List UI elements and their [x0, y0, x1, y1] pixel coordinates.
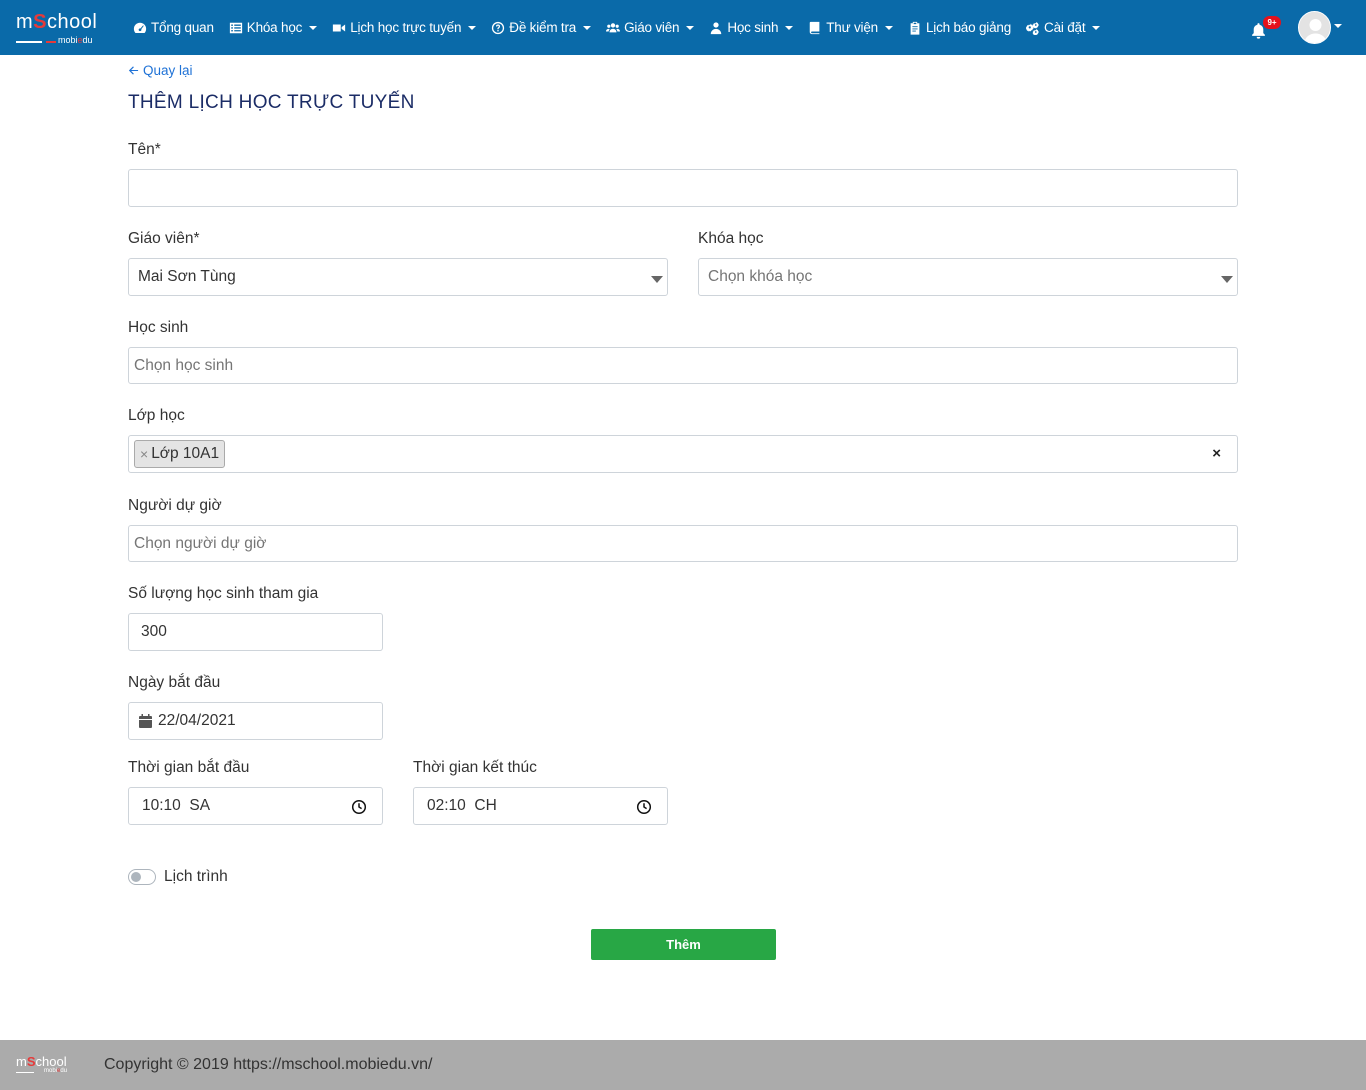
nav-item-teachers[interactable]: Giáo viên [606, 20, 695, 35]
name-input[interactable] [128, 169, 1238, 207]
chevron-down-icon [468, 26, 477, 30]
name-label: Tên* [128, 141, 161, 158]
user-icon [711, 21, 722, 34]
start-time-input[interactable]: 10:10 SA [128, 787, 383, 825]
clear-selection-icon[interactable]: × [1212, 445, 1221, 462]
clock-icon[interactable] [351, 799, 367, 815]
top-navbar: mSchool mobiedu Tổng quan Khóa học Lịch … [0, 0, 1366, 55]
chevron-down-icon[interactable] [1334, 24, 1342, 28]
nav-item-tests[interactable]: Đề kiểm tra [491, 20, 592, 35]
nav-item-lesson-plan[interactable]: Lịch báo giảng [908, 20, 1011, 35]
mschool-logo[interactable]: mSchool mobiedu [16, 12, 114, 46]
observer-label: Người dự giờ [128, 497, 222, 514]
end-time-label: Thời gian kết thúc [413, 759, 537, 776]
dropdown-arrow-icon [1221, 276, 1233, 283]
remove-tag-icon[interactable]: × [140, 446, 148, 462]
nav-item-students[interactable]: Học sinh [709, 20, 794, 35]
question-circle-icon [492, 21, 505, 34]
toggle-knob [131, 872, 141, 882]
nav-item-library[interactable]: Thư viện [808, 20, 893, 35]
page-title: THÊM LỊCH HỌC TRỰC TUYẾN [128, 92, 415, 113]
nav-item-dashboard[interactable]: Tổng quan [133, 20, 214, 35]
nav-item-settings[interactable]: Cài đặt [1026, 20, 1101, 35]
avatar-icon [1299, 12, 1330, 43]
notification-badge: 9+ [1263, 16, 1281, 29]
list-icon [229, 22, 242, 33]
teacher-select[interactable]: Mai Sơn Tùng [128, 258, 668, 296]
chevron-down-icon [309, 26, 318, 30]
video-icon [333, 24, 346, 31]
dashboard-icon [133, 22, 147, 33]
dropdown-arrow-icon [651, 276, 663, 283]
users-icon [606, 22, 621, 32]
end-time-input[interactable]: 02:10 CH [413, 787, 668, 825]
nav-item-courses[interactable]: Khóa học [229, 20, 318, 35]
student-label: Học sinh [128, 319, 189, 336]
chevron-down-icon [785, 26, 794, 30]
clipboard-icon [910, 21, 920, 35]
start-date-input[interactable]: 22/04/2021 [128, 702, 383, 740]
arrow-left-icon [128, 66, 139, 75]
chevron-down-icon [686, 26, 695, 30]
chevron-down-icon [1092, 26, 1101, 30]
student-count-input[interactable]: 300 [128, 613, 383, 651]
chevron-down-icon [583, 26, 592, 30]
footer-logo: mSchool mobiedu [16, 1054, 68, 1074]
class-tag: × Lớp 10A1 [134, 440, 226, 468]
student-count-label: Số lượng học sinh tham gia [128, 585, 319, 602]
course-label: Khóa học [698, 230, 764, 247]
main-menu: Tổng quan Khóa học Lịch học trực tuyến Đ… [133, 0, 1115, 55]
course-select[interactable]: Chọn khóa học [698, 258, 1238, 296]
class-label: Lớp học [128, 407, 185, 424]
add-button[interactable]: Thêm [591, 929, 776, 960]
class-multiselect[interactable]: × Lớp 10A1 × [128, 435, 1238, 473]
student-multiselect[interactable]: Chọn học sinh [128, 347, 1238, 384]
calendar-icon [139, 714, 152, 728]
start-time-label: Thời gian bắt đầu [128, 759, 250, 776]
nav-item-online-schedule[interactable]: Lịch học trực tuyến [332, 20, 477, 35]
copyright-text: Copyright © 2019 https://mschool.mobiedu… [104, 1056, 433, 1073]
chevron-down-icon [884, 26, 893, 30]
back-link[interactable]: Quay lại [128, 63, 193, 78]
schedule-toggle[interactable] [128, 869, 156, 885]
teacher-label: Giáo viên* [128, 230, 200, 247]
book-icon [810, 21, 820, 34]
user-avatar[interactable] [1298, 11, 1331, 44]
gears-icon [1026, 21, 1039, 35]
schedule-label: Lịch trình [164, 868, 228, 885]
observer-multiselect[interactable]: Chọn người dự giờ [128, 525, 1238, 562]
clock-icon[interactable] [636, 799, 652, 815]
start-date-label: Ngày bắt đầu [128, 674, 221, 691]
